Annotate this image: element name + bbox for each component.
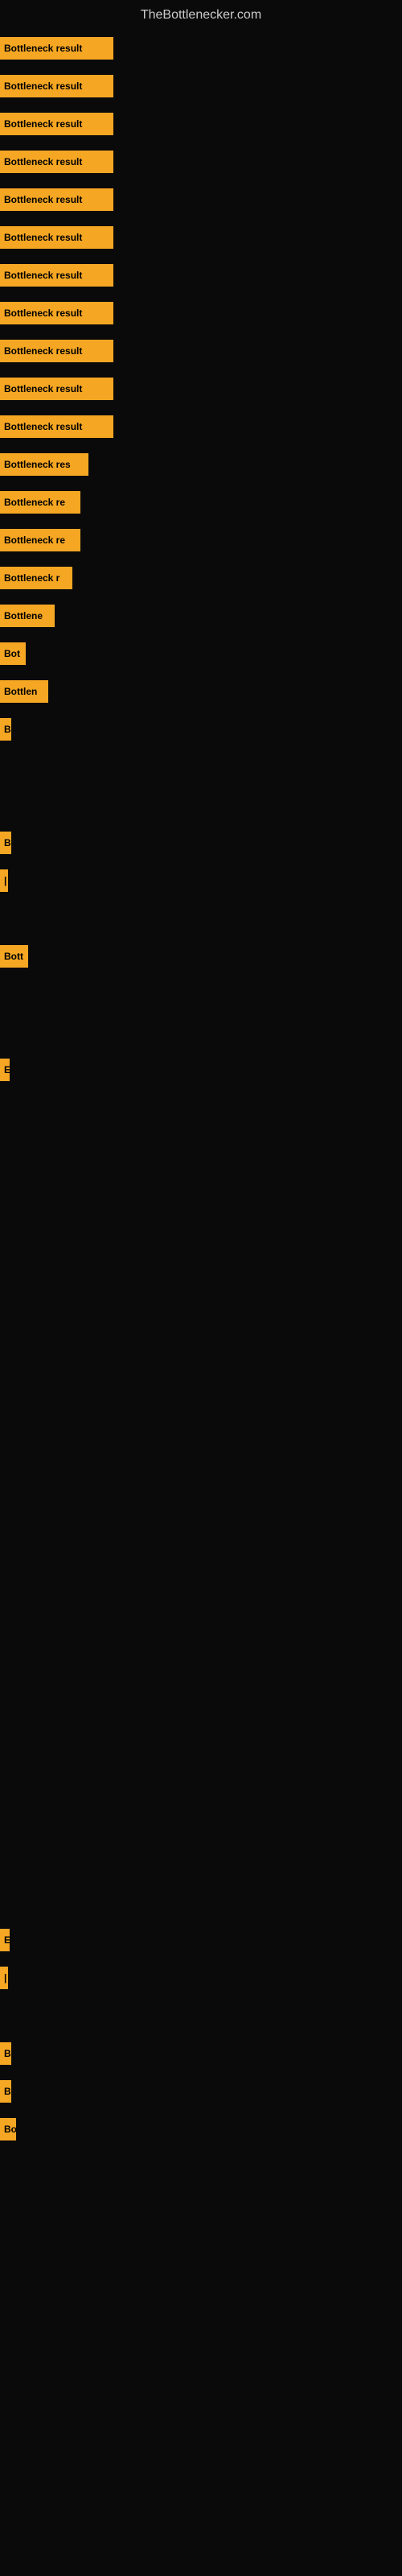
bottleneck-label: Bottleneck result bbox=[0, 302, 113, 324]
bottleneck-item[interactable]: | bbox=[0, 1967, 8, 1989]
site-title: TheBottlenecker.com bbox=[0, 0, 402, 29]
bottleneck-item[interactable]: Bo bbox=[0, 2118, 16, 2140]
bottleneck-item[interactable]: B bbox=[0, 832, 11, 854]
bottleneck-label: B bbox=[0, 2042, 11, 2065]
bottleneck-label: Bottleneck result bbox=[0, 378, 113, 400]
bottleneck-item[interactable]: Bottleneck r bbox=[0, 567, 72, 589]
bottleneck-item[interactable]: Bot bbox=[0, 642, 26, 665]
bottleneck-label: B bbox=[0, 832, 11, 854]
bottleneck-item[interactable]: Bottleneck result bbox=[0, 113, 113, 135]
bottleneck-label: Bottleneck result bbox=[0, 415, 113, 438]
bottleneck-item[interactable]: Bottleneck result bbox=[0, 302, 113, 324]
bottleneck-label: Bottlene bbox=[0, 605, 55, 627]
bottleneck-item[interactable]: Bottleneck result bbox=[0, 264, 113, 287]
bottleneck-label: Bottleneck result bbox=[0, 340, 113, 362]
bottleneck-item[interactable]: | bbox=[0, 869, 8, 892]
bottleneck-item[interactable]: Bottlene bbox=[0, 605, 55, 627]
bottleneck-label: | bbox=[0, 1967, 8, 1989]
bottleneck-label: Bott bbox=[0, 945, 28, 968]
bottleneck-item[interactable]: Bottleneck result bbox=[0, 151, 113, 173]
bottleneck-label: B bbox=[0, 718, 11, 741]
bottleneck-label: Bottleneck re bbox=[0, 491, 80, 514]
bottleneck-item[interactable]: Bottleneck result bbox=[0, 415, 113, 438]
bottleneck-item[interactable]: B bbox=[0, 2080, 11, 2103]
bottleneck-item[interactable]: Bottleneck result bbox=[0, 340, 113, 362]
bottleneck-item[interactable]: Bottleneck result bbox=[0, 37, 113, 60]
items-container: Bottleneck result Bottleneck result Bottle… bbox=[0, 37, 402, 2452]
page-container: TheBottlenecker.com Bottleneck resultBot… bbox=[0, 0, 402, 2576]
bottleneck-label: Bottleneck r bbox=[0, 567, 72, 589]
bottleneck-label: Bottleneck re bbox=[0, 529, 80, 551]
bottleneck-item[interactable]: Bottleneck result bbox=[0, 75, 113, 97]
bottleneck-label: Bottleneck res bbox=[0, 453, 88, 476]
bottleneck-item[interactable]: Bottlen bbox=[0, 680, 48, 703]
bottleneck-item[interactable]: B bbox=[0, 2042, 11, 2065]
bottleneck-item[interactable]: Bottleneck result bbox=[0, 188, 113, 211]
bottleneck-label: Bottleneck result bbox=[0, 37, 113, 60]
bottleneck-label: Bottleneck result bbox=[0, 113, 113, 135]
bottleneck-label: E bbox=[0, 1059, 10, 1081]
bottleneck-label: | bbox=[0, 869, 8, 892]
bottleneck-label: Bottleneck result bbox=[0, 188, 113, 211]
bottleneck-label: Bottleneck result bbox=[0, 264, 113, 287]
bottleneck-item[interactable]: Bott bbox=[0, 945, 28, 968]
bottleneck-item[interactable]: Bottleneck res bbox=[0, 453, 88, 476]
bottleneck-label: Bottleneck result bbox=[0, 75, 113, 97]
bottleneck-item[interactable]: E bbox=[0, 1929, 10, 1951]
bottleneck-item[interactable]: Bottleneck result bbox=[0, 378, 113, 400]
bottleneck-label: Bottleneck result bbox=[0, 151, 113, 173]
bottleneck-item[interactable]: Bottleneck result bbox=[0, 226, 113, 249]
bottleneck-item[interactable]: Bottleneck re bbox=[0, 529, 80, 551]
bottleneck-label: Bot bbox=[0, 642, 26, 665]
bottleneck-label: Bottlen bbox=[0, 680, 48, 703]
bottleneck-item[interactable]: Bottleneck re bbox=[0, 491, 80, 514]
bottleneck-item[interactable]: E bbox=[0, 1059, 10, 1081]
bottleneck-label: Bottleneck result bbox=[0, 226, 113, 249]
bottleneck-label: B bbox=[0, 2080, 11, 2103]
bottleneck-label: Bo bbox=[0, 2118, 16, 2140]
bottleneck-label: E bbox=[0, 1929, 10, 1951]
bottleneck-item[interactable]: B bbox=[0, 718, 11, 741]
